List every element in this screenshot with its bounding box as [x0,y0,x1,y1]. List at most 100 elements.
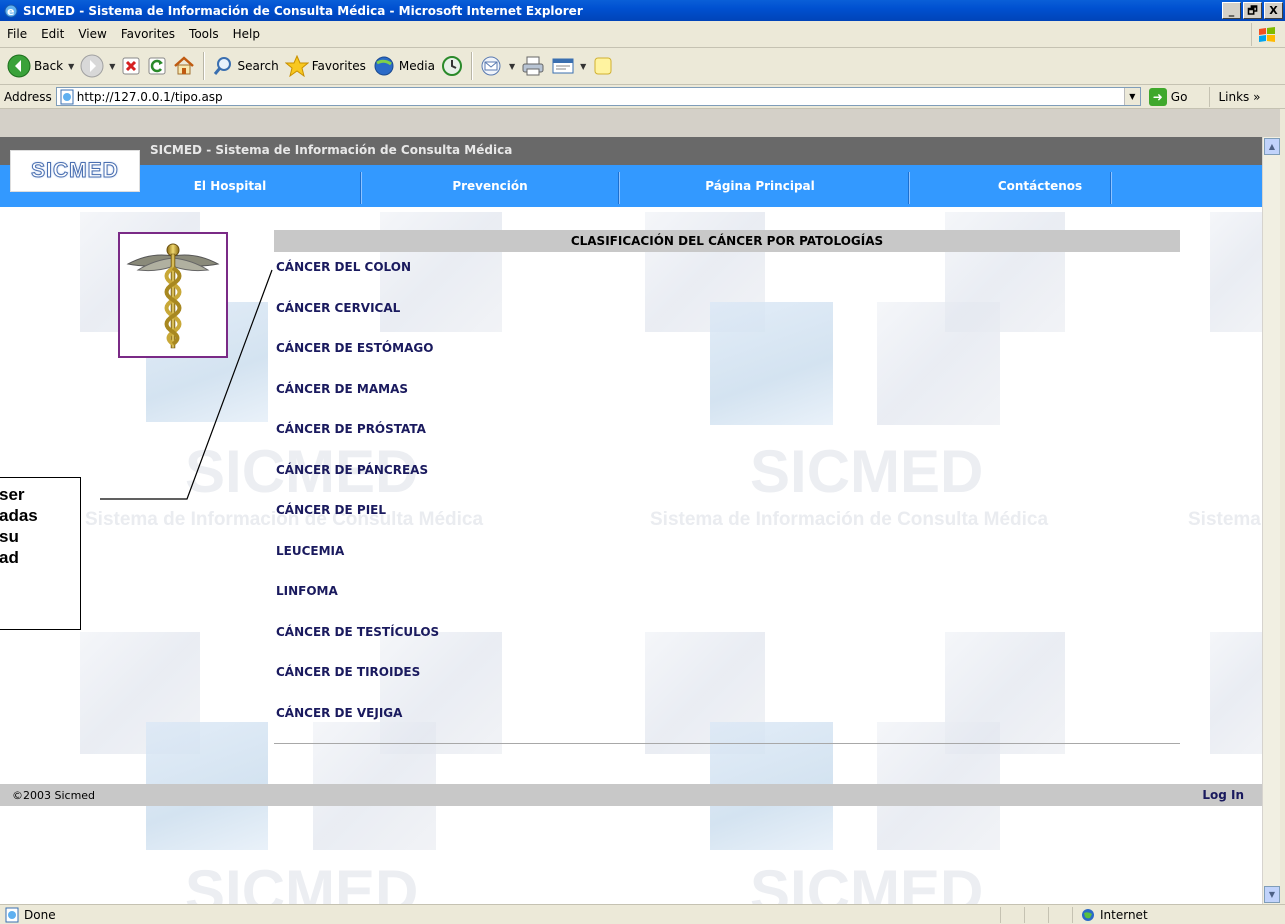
messenger-button[interactable] [589,51,617,81]
chevron-down-icon[interactable]: ▼ [1123,88,1140,105]
cancer-link-tiroides[interactable]: CÁNCER DE TIROIDES [276,663,439,704]
address-input[interactable]: http://127.0.0.1/tipo.asp ▼ [55,87,1141,106]
favorites-button[interactable]: Favorites [282,51,369,81]
status-bar: Done Internet [0,904,1285,924]
nav-el-hospital[interactable]: El Hospital [180,179,280,193]
cancer-link-vejiga[interactable]: CÁNCER DE VEJIGA [276,704,439,745]
go-button[interactable]: ➜ Go [1148,87,1188,106]
callout-line-1: ser [0,485,25,504]
menu-favorites[interactable]: Favorites [114,27,182,41]
status-panel [1000,906,1024,923]
back-button[interactable]: Back ▼ [4,51,77,81]
search-icon [214,57,232,75]
chevron-down-icon[interactable]: ▼ [509,62,515,71]
watermark-tagline: Sistema de Información de Consulta Médic… [650,509,1049,530]
login-link[interactable]: Log In [1202,788,1244,802]
toolbar-separator [470,52,472,80]
stop-icon [122,57,140,75]
status-text: Done [24,907,56,922]
close-button[interactable]: X [1264,2,1283,19]
media-button[interactable]: Media [369,51,438,81]
background-photo [710,302,833,425]
mail-button[interactable]: ▼ [477,51,518,81]
address-label: Address [4,89,52,104]
address-url: http://127.0.0.1/tipo.asp [76,89,223,104]
menu-file[interactable]: File [0,27,34,41]
chevron-down-icon[interactable]: ▼ [68,62,74,71]
window-edge [1280,109,1285,904]
security-zone: Internet [1072,906,1262,923]
history-button[interactable] [438,51,466,81]
scroll-up-icon[interactable]: ▲ [1264,138,1280,155]
home-button[interactable] [170,51,198,81]
zone-label: Internet [1100,907,1148,922]
maximize-button[interactable]: 🗗 [1243,2,1262,19]
print-button[interactable] [518,51,548,81]
menu-help[interactable]: Help [226,27,267,41]
window-title: SICMED - Sistema de Información de Consu… [23,3,583,18]
menu-edit[interactable]: Edit [34,27,71,41]
history-icon [441,56,462,76]
cancer-link-prostata[interactable]: CÁNCER DE PRÓSTATA [276,420,439,461]
caduceus-icon [126,243,220,349]
svg-text:e: e [7,5,14,18]
nav-separator [618,172,620,204]
page-viewport: SICMED SICMED Sistema de Información de … [0,137,1262,904]
windows-logo-icon [1251,23,1281,46]
home-icon [174,56,195,75]
edit-page-icon [552,58,574,74]
forward-arrow-icon [80,54,104,78]
cancer-link-estomago[interactable]: CÁNCER DE ESTÓMAGO [276,339,439,380]
watermark-logo: SICMED [185,858,419,904]
nav-prevencion[interactable]: Prevención [440,179,540,193]
edit-button[interactable]: ▼ [548,51,589,81]
cancer-link-testiculos[interactable]: CÁNCER DE TESTÍCULOS [276,623,439,664]
menu-tools[interactable]: Tools [182,27,226,41]
cancer-link-piel[interactable]: CÁNCER DE PIEL [276,501,439,542]
copyright-text: ©2003 Sicmed [12,789,96,802]
mail-icon [481,56,501,76]
site-logo[interactable]: SICMED [10,150,140,192]
status-panel [1024,906,1048,923]
cancer-link-colon[interactable]: CÁNCER DEL COLON [276,258,439,299]
callout-line-3: su [0,527,19,546]
site-logo-text: SICMED [31,159,119,183]
refresh-icon [148,57,166,75]
vertical-scrollbar[interactable]: ▲ ▼ [1262,137,1280,904]
chevron-down-icon[interactable]: ▼ [580,62,586,71]
address-bar: Address http://127.0.0.1/tipo.asp ▼ ➜ Go… [0,85,1285,109]
forward-button[interactable]: ▼ [77,51,118,81]
cancer-link-pancreas[interactable]: CÁNCER DE PÁNCREAS [276,461,439,502]
minimize-button[interactable]: _ [1222,2,1241,19]
back-label: Back [34,59,64,73]
cancer-link-mamas[interactable]: CÁNCER DE MAMAS [276,380,439,421]
cancer-link-linfoma[interactable]: LINFOMA [276,582,439,623]
links-button[interactable]: Links » [1209,86,1260,107]
stop-button[interactable] [118,51,144,81]
status-panel [1048,906,1072,923]
ie-icon: e [4,4,18,18]
menu-bar: File Edit View Favorites Tools Help [0,21,1285,48]
toolbar-separator [203,52,205,80]
cancer-link-cervical[interactable]: CÁNCER CERVICAL [276,299,439,340]
scroll-down-icon[interactable]: ▼ [1264,886,1280,903]
note-icon [594,57,612,75]
page-icon [60,89,74,105]
divider [274,743,1180,744]
go-label: Go [1170,89,1188,104]
caduceus-image [118,232,228,358]
search-button[interactable]: Search [209,51,281,81]
back-arrow-icon [7,54,31,78]
star-icon [284,55,309,77]
menu-view[interactable]: View [71,27,113,41]
nav-contactenos[interactable]: Contáctenos [980,179,1100,193]
chevron-down-icon[interactable]: ▼ [109,62,115,71]
nav-pagina-principal[interactable]: Página Principal [690,179,830,193]
toolbar: Back ▼ ▼ Search Favorites Media ▼ ▼ [0,48,1285,85]
title-bar: e SICMED - Sistema de Información de Con… [0,0,1285,21]
cancer-link-leucemia[interactable]: LEUCEMIA [276,542,439,583]
callout-line-4: ad [0,548,19,567]
search-label: Search [237,59,279,73]
nav-separator [1110,172,1112,204]
refresh-button[interactable] [144,51,170,81]
